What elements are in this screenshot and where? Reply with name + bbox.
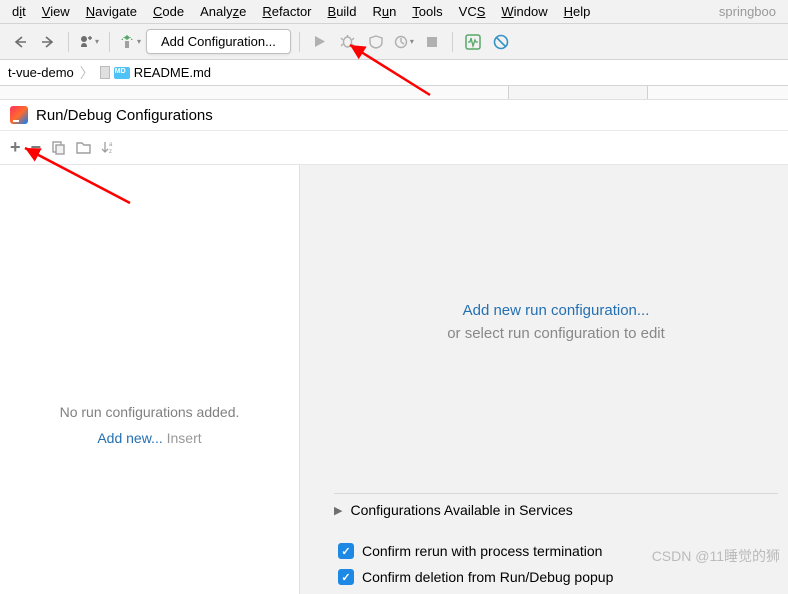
profile-button[interactable]	[392, 30, 416, 54]
breadcrumb-project[interactable]: t-vue-demo	[8, 65, 74, 80]
add-configuration-button[interactable]: Add Configuration...	[146, 29, 291, 54]
markdown-icon	[114, 67, 130, 79]
dialog-title: Run/Debug Configurations	[36, 107, 213, 124]
add-new-link[interactable]: Add new...	[97, 430, 162, 446]
run-debug-dialog: Run/Debug Configurations + − az No run c…	[0, 100, 788, 594]
menu-build[interactable]: Build	[322, 2, 363, 21]
no-entry-icon[interactable]	[489, 30, 513, 54]
sort-config-button[interactable]: az	[101, 140, 116, 155]
nav-back-button[interactable]	[8, 30, 32, 54]
menubar: dit View Navigate Code Analyze Refactor …	[0, 0, 788, 24]
empty-config-message: No run configurations added.	[60, 404, 240, 420]
breadcrumb-separator: 〉	[80, 63, 94, 83]
svg-text:z: z	[109, 149, 112, 155]
checkbox-checked-icon[interactable]: ✓	[338, 569, 354, 585]
vcs-dropdown[interactable]	[77, 30, 101, 54]
debug-button[interactable]	[336, 30, 360, 54]
project-name-label: springboo	[713, 2, 782, 21]
menu-view[interactable]: View	[36, 2, 76, 21]
dialog-title-bar: Run/Debug Configurations	[0, 100, 788, 131]
coverage-button[interactable]	[364, 30, 388, 54]
editor-tab-strip	[0, 86, 788, 100]
services-section-header[interactable]: ▶ Configurations Available in Services	[334, 493, 778, 526]
nav-forward-button[interactable]	[36, 30, 60, 54]
config-list-panel: No run configurations added. Add new... …	[0, 165, 300, 594]
config-detail-panel: Add new run configuration... or select r…	[300, 165, 788, 594]
save-config-button[interactable]	[76, 140, 91, 155]
confirm-rerun-row[interactable]: ✓ Confirm rerun with process termination	[334, 538, 778, 564]
activity-monitor-icon[interactable]	[461, 30, 485, 54]
intellij-icon	[10, 106, 28, 124]
breadcrumb-file[interactable]: README.md	[100, 65, 211, 80]
svg-text:a: a	[109, 142, 113, 148]
tab-stub[interactable]	[508, 86, 648, 99]
checkbox-checked-icon[interactable]: ✓	[338, 543, 354, 559]
menu-refactor[interactable]: Refactor	[256, 2, 317, 21]
menu-code[interactable]: Code	[147, 2, 190, 21]
copy-config-button[interactable]	[51, 140, 66, 155]
main-toolbar: Add Configuration...	[0, 24, 788, 60]
remove-config-button[interactable]: −	[31, 137, 42, 158]
add-new-run-config-link[interactable]: Add new run configuration...	[463, 302, 650, 319]
breadcrumb: t-vue-demo 〉 README.md	[0, 60, 788, 86]
menu-tools[interactable]: Tools	[406, 2, 448, 21]
insert-hint: Insert	[167, 430, 202, 446]
menu-navigate[interactable]: Navigate	[80, 2, 143, 21]
confirm-deletion-row[interactable]: ✓ Confirm deletion from Run/Debug popup	[334, 564, 778, 590]
build-button[interactable]	[118, 30, 142, 54]
run-button[interactable]	[308, 30, 332, 54]
expand-icon: ▶	[334, 504, 342, 517]
add-config-button[interactable]: +	[10, 137, 21, 158]
menu-window[interactable]: Window	[495, 2, 553, 21]
menu-vcs[interactable]: VCS	[453, 2, 492, 21]
file-icon	[100, 66, 110, 79]
menu-run[interactable]: Run	[366, 2, 402, 21]
select-config-hint: or select run configuration to edit	[447, 325, 665, 342]
dialog-toolbar: + − az	[0, 131, 788, 165]
stop-button[interactable]	[420, 30, 444, 54]
menu-analyze[interactable]: Analyze	[194, 2, 252, 21]
menu-edit[interactable]: dit	[6, 2, 32, 21]
menu-help[interactable]: Help	[558, 2, 597, 21]
